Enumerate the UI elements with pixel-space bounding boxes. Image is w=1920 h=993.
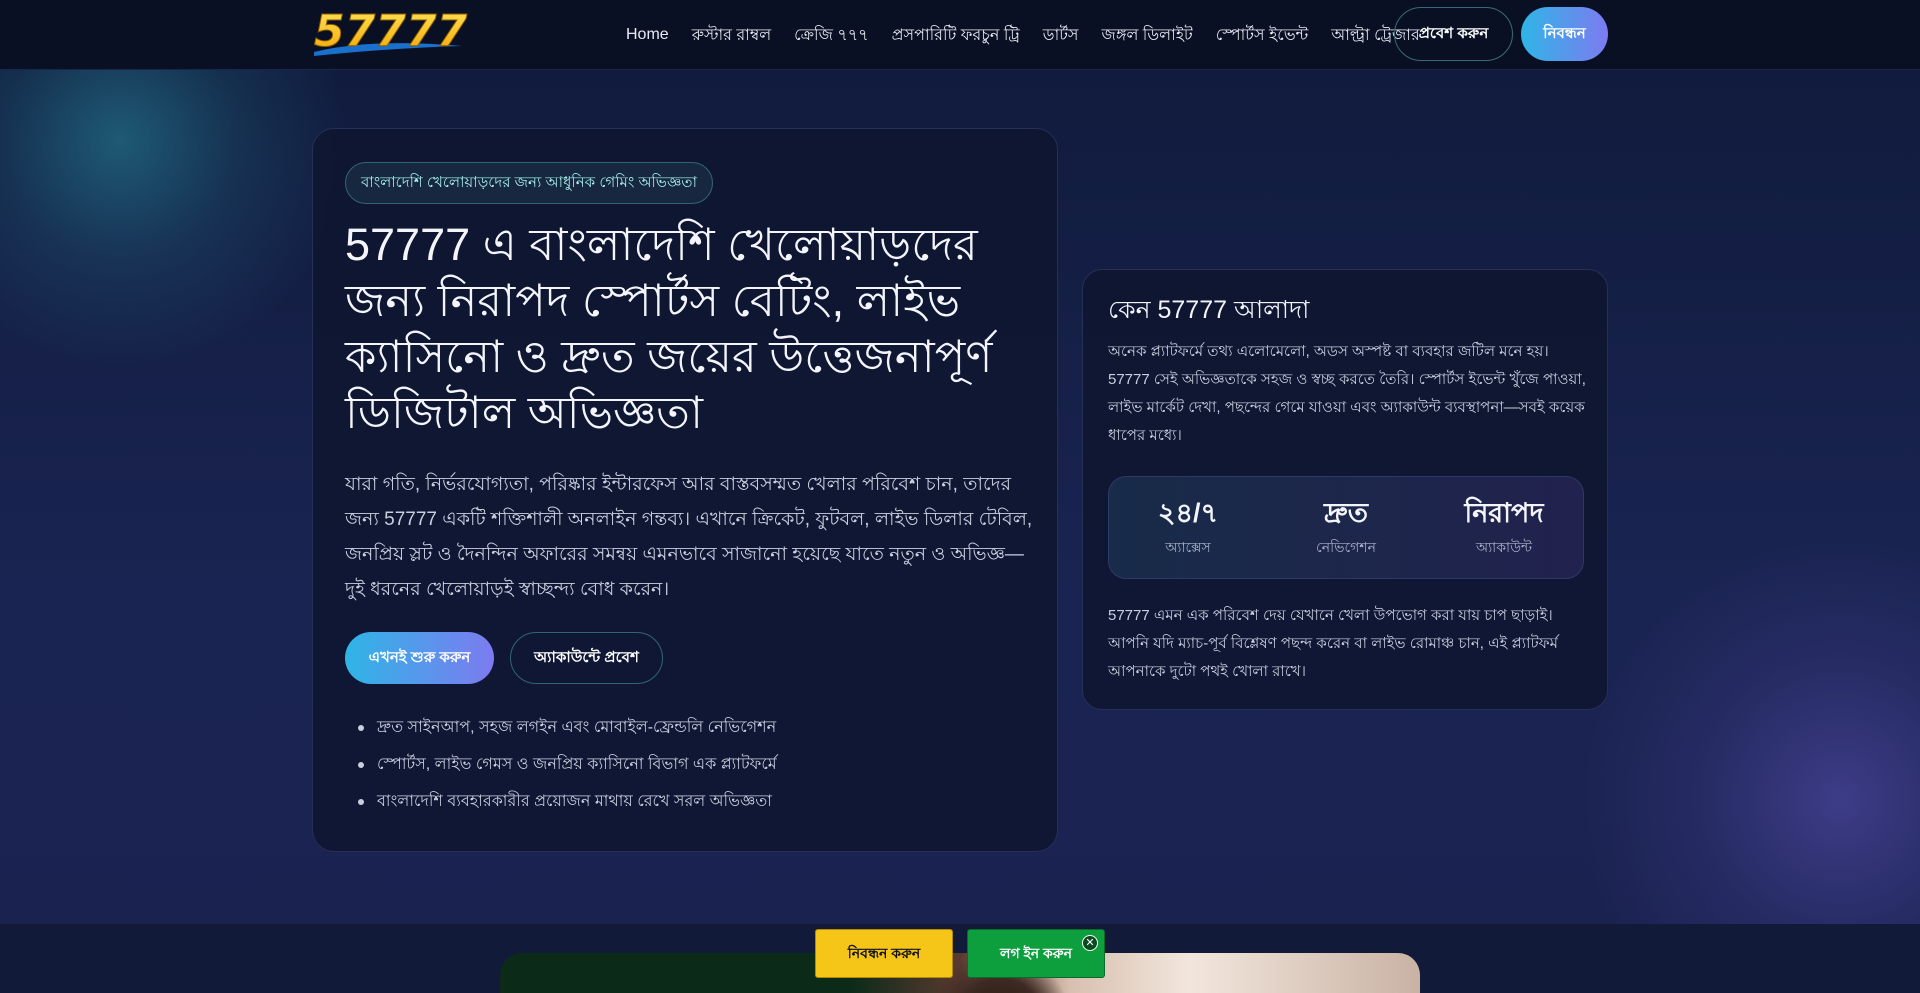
stat-account: নিরাপদ অ্যাকাউন্ট [1429, 496, 1579, 560]
side-paragraph-1: অনেক প্ল্যাটফর্মে তথ্য এলোমেলো, অডস অস্প… [1108, 343, 1586, 444]
login-button[interactable]: প্রবেশ করুন [1394, 7, 1513, 61]
nav-prosperity-fortune-tree[interactable]: প্রসপারিটি ফরচুন ট্রি [892, 22, 1020, 49]
svg-text:57777: 57777 [314, 8, 467, 57]
site-header: 57777 Home রুস্টার রাম্বল ক্রেজি ৭৭৭ প্র… [0, 0, 1920, 70]
hero-badge: বাংলাদেশি খেলোয়াড়দের জন্য আধুনিক গেমিং… [345, 162, 713, 204]
feature-list: দ্রুত সাইনআপ, সহজ লগইন এবং মোবাইল-ফ্রেন্… [345, 709, 1025, 820]
stats-panel: ২৪/৭ অ্যাক্সেস দ্রুত নেভিগেশন নিরাপদ অ্য… [1108, 476, 1584, 579]
register-button[interactable]: নিবন্ধন [1521, 7, 1608, 61]
side-title: কেন 57777 আলাদা [1108, 296, 1310, 324]
stat-navigation: দ্রুত নেভিগেশন [1271, 496, 1421, 560]
promo-image-preview [500, 953, 1420, 993]
nav-home[interactable]: Home [626, 26, 669, 44]
stat-label: অ্যাক্সেস [1165, 538, 1211, 555]
hero-card: বাংলাদেশি খেলোয়াড়দের জন্য আধুনিক গেমিং… [312, 128, 1058, 852]
logo-graphic: 57777 [314, 6, 468, 58]
why-different-card: কেন 57777 আলাদা অনেক প্ল্যাটফর্মে তথ্য এ… [1082, 269, 1608, 710]
site-logo[interactable]: 57777 [312, 6, 488, 58]
stat-value: নিরাপদ [1464, 497, 1544, 528]
floating-register-button[interactable]: নিবন্ধন করুন [815, 929, 953, 978]
hero-lead: যারা গতি, নির্ভরযোগ্যতা, পরিষ্কার ইন্টার… [345, 474, 1033, 600]
stat-value: দ্রুত [1324, 497, 1368, 528]
stat-label: নেভিগেশন [1316, 538, 1376, 555]
nav-crazy-777[interactable]: ক্রেজি ৭৭৭ [794, 22, 868, 49]
main-nav: Home রুস্টার রাম্বল ক্রেজি ৭৭৭ প্রসপারিট… [626, 0, 1420, 70]
start-now-button[interactable]: এখনই শুরু করুন [345, 632, 494, 684]
nav-jungle-delight[interactable]: জঙ্গল ডিলাইট [1102, 22, 1193, 49]
nav-rooster-rumble[interactable]: রুস্টার রাম্বল [692, 22, 771, 49]
hero-title: 57777 এ বাংলাদেশি খেলোয়াড়দের জন্য নিরা… [345, 219, 993, 438]
account-login-button[interactable]: অ্যাকাউন্টে প্রবেশ [510, 632, 663, 684]
stat-value: ২৪/৭ [1157, 497, 1219, 528]
stat-access: ২৪/৭ অ্যাক্সেস [1113, 496, 1263, 560]
side-paragraph-2: 57777 এমন এক পরিবেশ দেয় যেখানে খেলা উপভ… [1108, 607, 1558, 680]
nav-darts[interactable]: ডার্টস [1043, 22, 1079, 49]
feature-item: বাংলাদেশি ব্যবহারকারীর প্রয়োজন মাথায় র… [345, 783, 1025, 820]
stat-label: অ্যাকাউন্ট [1475, 538, 1533, 555]
feature-item: দ্রুত সাইনআপ, সহজ লগইন এবং মোবাইল-ফ্রেন্… [345, 709, 1025, 746]
feature-item: স্পোর্টস, লাইভ গেমস ও জনপ্রিয় ক্যাসিনো … [345, 746, 1025, 783]
nav-sports-events[interactable]: স্পোর্টস ইভেন্ট [1216, 22, 1308, 49]
close-icon[interactable]: ✕ [1082, 935, 1098, 951]
